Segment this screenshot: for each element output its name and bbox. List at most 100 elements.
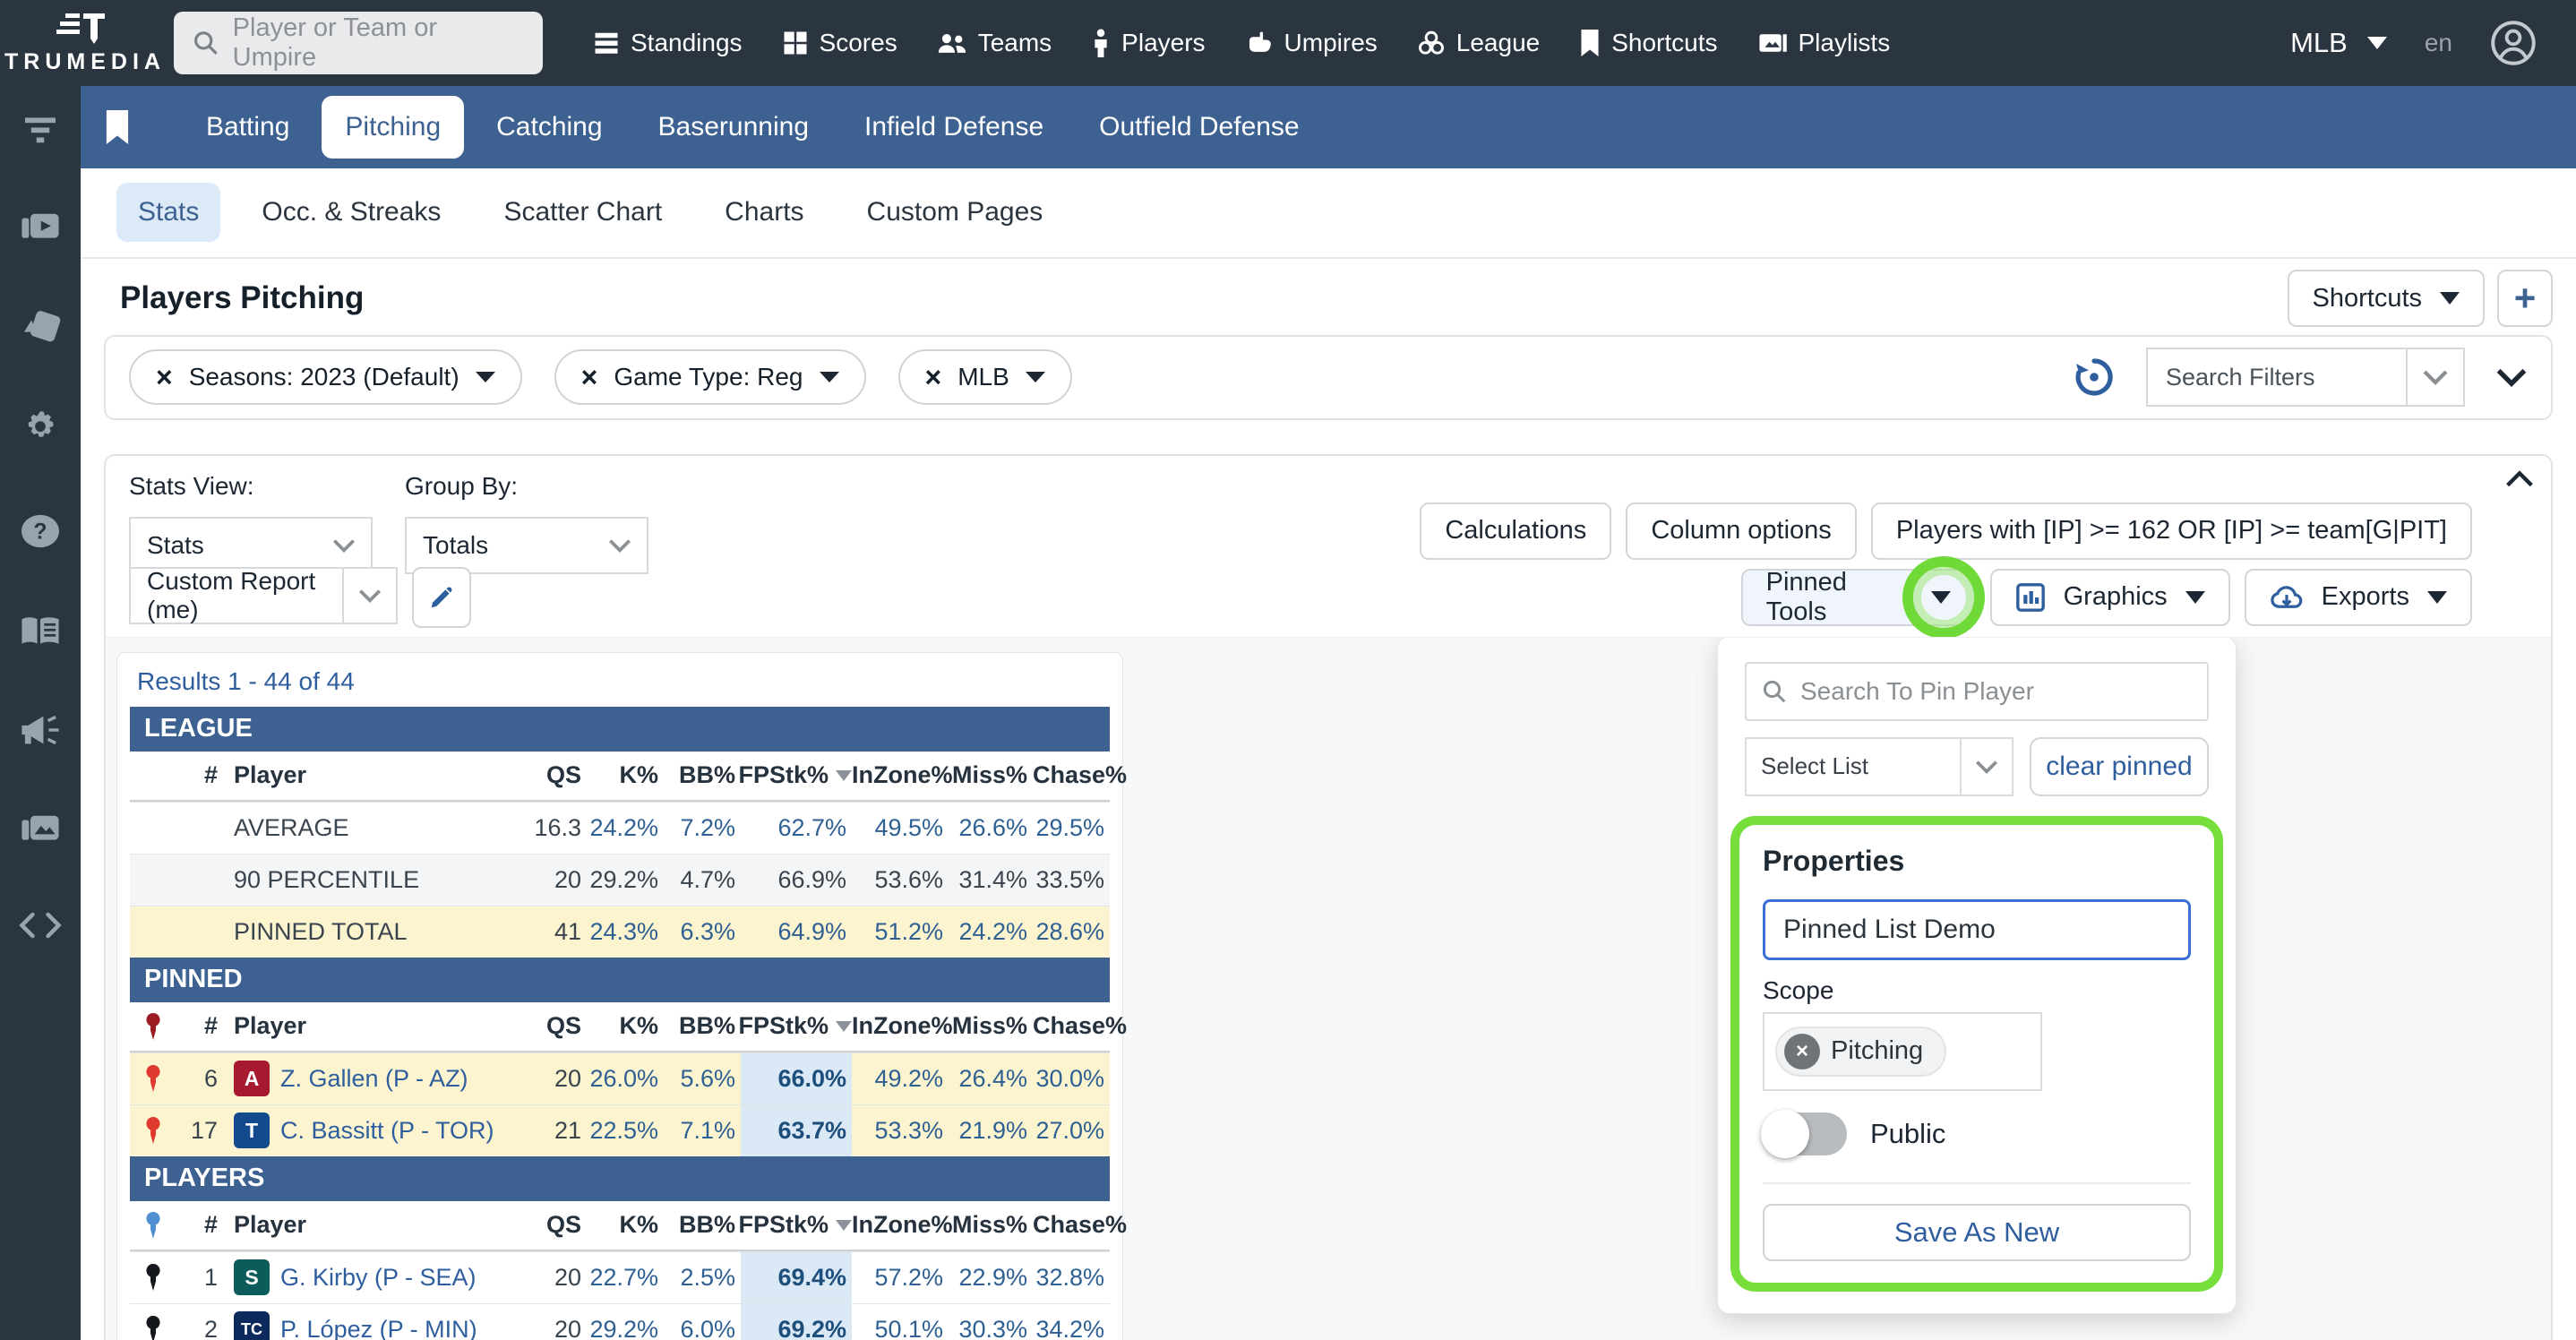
trumedia-logo[interactable]: TRUMEDIA bbox=[0, 12, 170, 75]
remove-scope-icon[interactable]: × bbox=[1784, 1034, 1820, 1069]
pin-icon[interactable] bbox=[142, 1264, 165, 1291]
chevron-down-icon bbox=[317, 519, 371, 572]
nav-shortcuts[interactable]: Shortcuts bbox=[1579, 29, 1717, 57]
tab-baserunning[interactable]: Baserunning bbox=[635, 96, 832, 159]
calculations-button[interactable]: Calculations bbox=[1420, 502, 1611, 560]
players-icon bbox=[1091, 29, 1111, 57]
league-selector-dropdown[interactable]: MLB bbox=[2290, 27, 2387, 59]
custom-report-select[interactable]: Custom Report (me) bbox=[129, 567, 398, 624]
tab-pitching[interactable]: Pitching bbox=[322, 96, 464, 159]
add-shortcut-button[interactable]: + bbox=[2497, 270, 2553, 327]
nav-playlists[interactable]: Playlists bbox=[1757, 29, 1891, 57]
cards-deck-icon[interactable] bbox=[20, 308, 61, 344]
player-link[interactable]: Z. Gallen (P - AZ) bbox=[280, 1065, 468, 1093]
glossary-book-icon[interactable] bbox=[19, 614, 62, 649]
filter-chip-seasons[interactable]: × Seasons: 2023 (Default) bbox=[129, 349, 522, 405]
image-library-icon[interactable] bbox=[20, 812, 61, 846]
nav-players[interactable]: Players bbox=[1091, 29, 1205, 57]
settings-gear-icon[interactable] bbox=[21, 408, 60, 448]
tab-catching[interactable]: Catching bbox=[473, 96, 625, 159]
pin-player-search-input[interactable]: Search To Pin Player bbox=[1745, 662, 2209, 721]
global-search-placeholder: Player or Team or Umpire bbox=[233, 13, 525, 73]
sorted-column-header[interactable]: FPStk% bbox=[741, 761, 852, 789]
player-filter-expression-button[interactable]: Players with [IP] >= 162 OR [IP] >= team… bbox=[1871, 502, 2472, 560]
video-playlist-icon[interactable] bbox=[20, 210, 61, 244]
pinned-tools-dropdown-button[interactable]: Pinned Tools bbox=[1741, 569, 1976, 626]
section-header-players: PLAYERS bbox=[130, 1156, 1110, 1201]
properties-title: Properties bbox=[1763, 845, 2191, 878]
page-title: Players Pitching bbox=[120, 280, 364, 316]
pinned-list-name-input[interactable] bbox=[1763, 899, 2191, 960]
nav-standings[interactable]: Standings bbox=[593, 29, 743, 57]
properties-highlight-box: Properties Scope × Pitching Public bbox=[1730, 816, 2223, 1292]
column-options-button[interactable]: Column options bbox=[1626, 502, 1857, 560]
player-link[interactable]: G. Kirby (P - SEA) bbox=[280, 1264, 477, 1292]
tab-occ-streaks[interactable]: Occ. & Streaks bbox=[240, 183, 462, 242]
save-as-new-button[interactable]: Save As New bbox=[1763, 1204, 2191, 1261]
table-row-player: 2 TCP. López (P - MIN) 20 29.2% 6.0% 69.… bbox=[130, 1303, 1110, 1340]
pin-icon[interactable] bbox=[142, 1212, 165, 1239]
unpin-icon[interactable] bbox=[142, 1117, 165, 1144]
help-icon[interactable]: ? bbox=[20, 512, 61, 550]
tab-charts[interactable]: Charts bbox=[703, 183, 825, 242]
edit-report-button[interactable] bbox=[412, 567, 471, 628]
public-toggle[interactable] bbox=[1763, 1112, 1847, 1155]
sorted-column-header[interactable]: FPStk% bbox=[741, 1012, 852, 1040]
search-filters-input[interactable]: Search Filters bbox=[2146, 348, 2465, 407]
nav-league[interactable]: League bbox=[1417, 29, 1540, 57]
filter-icon[interactable] bbox=[21, 115, 59, 145]
tab-batting[interactable]: Batting bbox=[183, 96, 313, 159]
chevron-down-icon[interactable] bbox=[2406, 349, 2463, 405]
group-by-select[interactable]: Totals bbox=[405, 517, 648, 574]
history-restore-icon[interactable] bbox=[2073, 356, 2116, 399]
remove-filter-icon[interactable]: × bbox=[156, 361, 173, 394]
exports-dropdown-button[interactable]: Exports bbox=[2245, 569, 2472, 626]
tab-outfield-defense[interactable]: Outfield Defense bbox=[1076, 96, 1322, 159]
filter-chip-game-type[interactable]: × Game Type: Reg bbox=[554, 349, 866, 405]
players-column-header-row: # Player QS K% BB% FPStk% InZone% Miss% … bbox=[130, 1201, 1110, 1251]
scope-field[interactable]: × Pitching bbox=[1763, 1012, 2042, 1091]
results-area: Results 1 - 44 of 44 LEAGUE # Player QS … bbox=[106, 637, 2551, 1340]
results-count-link[interactable]: Results 1 - 44 of 44 bbox=[130, 662, 1110, 707]
shortcuts-dropdown-button[interactable]: Shortcuts bbox=[2288, 270, 2486, 327]
scope-chip-pitching[interactable]: × Pitching bbox=[1775, 1026, 1946, 1077]
bookmark-icon[interactable] bbox=[104, 110, 131, 144]
sorted-column-header[interactable]: FPStk% bbox=[741, 1211, 852, 1239]
table-row-player: 17 TC. Bassitt (P - TOR) 21 22.5% 7.1% 6… bbox=[130, 1104, 1110, 1156]
collapse-panel-chevron-icon[interactable] bbox=[2504, 470, 2535, 488]
remove-filter-icon[interactable]: × bbox=[925, 361, 942, 394]
chevron-down-icon bbox=[1026, 372, 1045, 382]
stats-view-select[interactable]: Stats bbox=[129, 517, 373, 574]
tab-infield-defense[interactable]: Infield Defense bbox=[841, 96, 1067, 159]
chevron-down-icon bbox=[593, 519, 647, 572]
global-search-input[interactable]: Player or Team or Umpire bbox=[174, 12, 543, 74]
filter-chip-mlb[interactable]: × MLB bbox=[898, 349, 1072, 405]
graphics-dropdown-button[interactable]: Graphics bbox=[1990, 569, 2230, 626]
tab-custom-pages[interactable]: Custom Pages bbox=[846, 183, 1065, 242]
nav-umpires[interactable]: Umpires bbox=[1245, 29, 1378, 57]
remove-filter-icon[interactable]: × bbox=[581, 361, 598, 394]
nav-scores[interactable]: Scores bbox=[782, 29, 897, 57]
toggle-knob bbox=[1761, 1110, 1809, 1158]
announcements-megaphone-icon[interactable] bbox=[19, 713, 62, 747]
tab-scatter-chart[interactable]: Scatter Chart bbox=[482, 183, 683, 242]
code-icon[interactable] bbox=[19, 910, 62, 941]
divider bbox=[1763, 1182, 2191, 1184]
select-list-dropdown[interactable]: Select List bbox=[1745, 737, 2014, 796]
pin-icon[interactable] bbox=[142, 1013, 165, 1040]
profile-avatar-icon[interactable] bbox=[2490, 20, 2537, 66]
unpin-icon[interactable] bbox=[142, 1065, 165, 1092]
player-link[interactable]: C. Bassitt (P - TOR) bbox=[280, 1117, 494, 1145]
nav-teams[interactable]: Teams bbox=[937, 29, 1052, 57]
pin-icon[interactable] bbox=[142, 1316, 165, 1340]
language-indicator[interactable]: en bbox=[2425, 29, 2452, 57]
clear-pinned-button[interactable]: clear pinned bbox=[2030, 737, 2209, 796]
topbar-right: MLB en bbox=[2290, 20, 2537, 66]
table-row-pinned-total: PINNED TOTAL 41 24.3% 6.3% 64.9% 51.2% 2… bbox=[130, 906, 1110, 958]
tab-stats[interactable]: Stats bbox=[116, 183, 220, 242]
pencil-icon bbox=[426, 582, 457, 613]
player-link[interactable]: P. López (P - MIN) bbox=[280, 1316, 477, 1340]
scores-icon bbox=[782, 30, 809, 56]
table-controls: Stats View: Stats Group By: Totals bbox=[106, 456, 2551, 628]
collapse-filters-chevron-icon[interactable] bbox=[2495, 367, 2528, 387]
